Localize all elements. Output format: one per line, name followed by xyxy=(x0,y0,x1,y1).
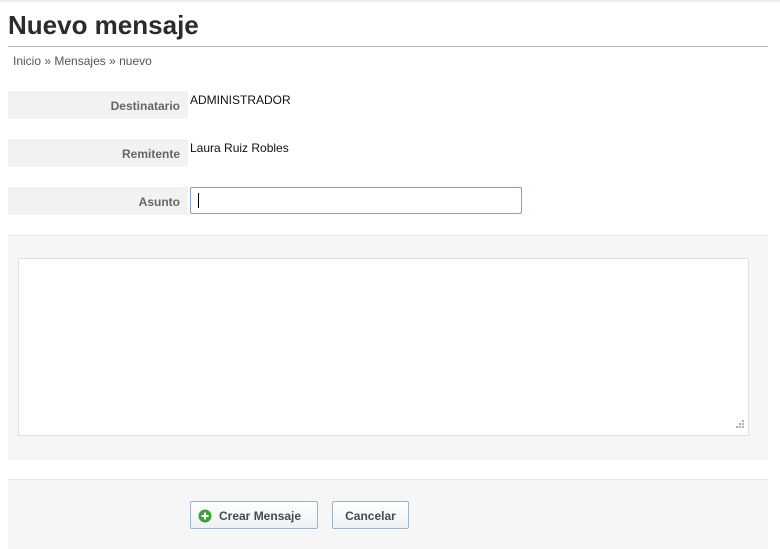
top-edge xyxy=(0,0,780,2)
cancel-button[interactable]: Cancelar xyxy=(332,501,409,529)
breadcrumb-item-mensajes[interactable]: Mensajes xyxy=(54,54,105,68)
recipient-value: ADMINISTRADOR xyxy=(190,93,291,107)
sender-label: Remitente xyxy=(8,139,188,167)
create-message-button[interactable]: Crear Mensaje xyxy=(190,501,318,529)
message-body-textarea[interactable] xyxy=(18,258,749,436)
page-title: Nuevo mensaje xyxy=(8,10,199,40)
resize-grip-icon[interactable] xyxy=(733,419,745,431)
sender-label-text: Remitente xyxy=(121,147,180,161)
title-divider xyxy=(8,46,768,47)
recipient-label-text: Destinatario xyxy=(110,99,180,113)
text-caret xyxy=(198,193,199,208)
recipient-row: Destinatario ADMINISTRADOR xyxy=(8,91,768,119)
sender-row: Remitente Laura Ruiz Robles xyxy=(8,139,768,167)
subject-row: Asunto xyxy=(8,187,768,215)
plus-circle-icon xyxy=(198,509,212,523)
actions-panel: Crear Mensaje Cancelar xyxy=(8,479,768,549)
breadcrumb: Inicio » Mensajes » nuevo xyxy=(13,54,152,68)
breadcrumb-item-inicio[interactable]: Inicio xyxy=(13,54,41,68)
breadcrumb-separator: » xyxy=(109,54,116,68)
recipient-label: Destinatario xyxy=(8,91,188,119)
breadcrumb-item-nuevo: nuevo xyxy=(119,54,152,68)
subject-input[interactable] xyxy=(190,187,522,214)
cancel-label: Cancelar xyxy=(345,509,396,523)
breadcrumb-separator: » xyxy=(44,54,52,68)
create-message-label: Crear Mensaje xyxy=(219,509,302,523)
message-body-panel xyxy=(8,235,768,460)
subject-label-text: Asunto xyxy=(138,195,180,209)
subject-label: Asunto xyxy=(8,187,188,215)
sender-value: Laura Ruiz Robles xyxy=(190,141,289,155)
